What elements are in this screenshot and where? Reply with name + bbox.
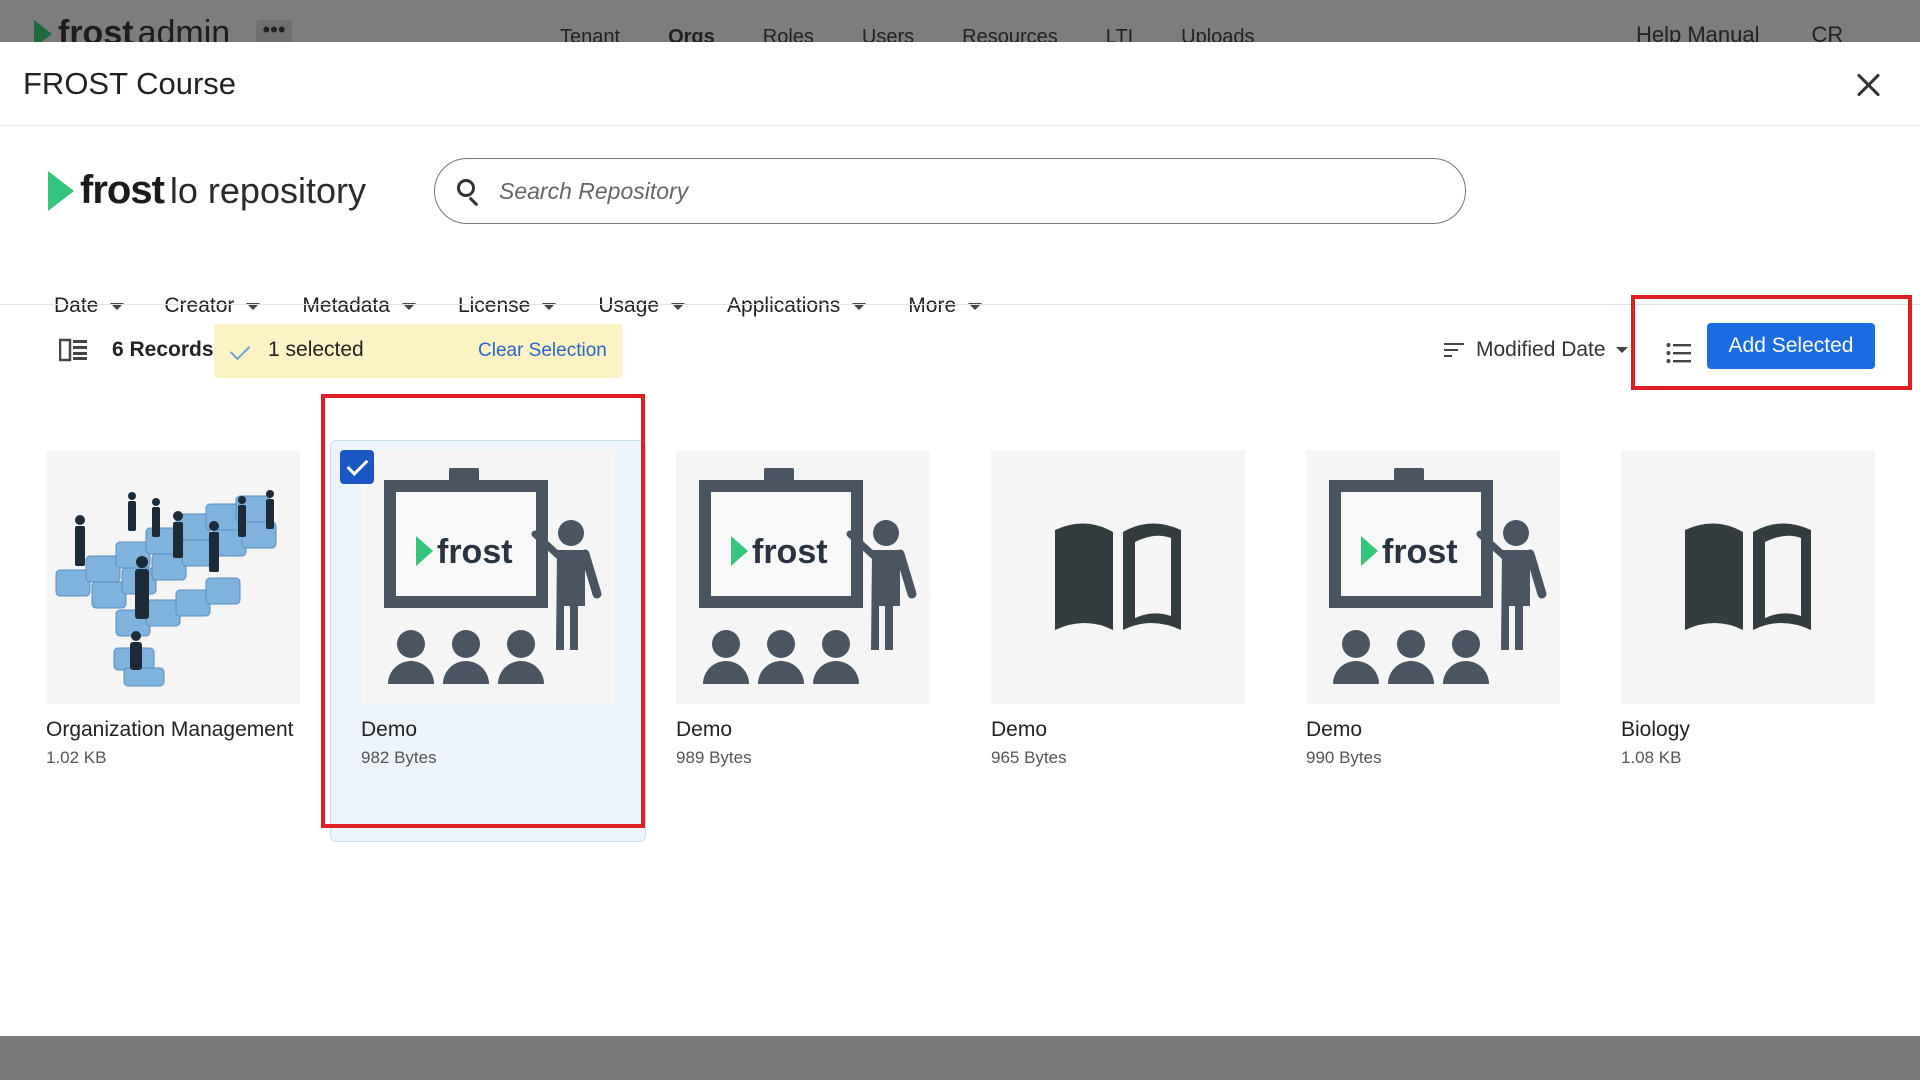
item-size: 989 Bytes	[676, 748, 752, 767]
selected-count: 1 selected	[268, 338, 364, 361]
presentation-icon: frost	[361, 450, 615, 704]
item-name: Demo	[1306, 718, 1363, 741]
presentation-icon: frost	[676, 450, 930, 704]
nav-link-uploads: Uploads	[1181, 26, 1255, 42]
more-dots-icon: •••	[256, 19, 292, 42]
presentation-icon: frost	[1306, 450, 1560, 704]
filter-usage[interactable]: Usage	[598, 294, 686, 318]
search-bar[interactable]	[434, 158, 1466, 224]
svg-text:frost: frost	[437, 533, 513, 571]
people-puzzle-image	[46, 450, 300, 704]
filter-metadata[interactable]: Metadata	[302, 294, 416, 318]
repository-logo: frost lo repository	[48, 168, 366, 213]
user-menu: CR	[1811, 22, 1844, 42]
nav-link-orgs: Orgs	[668, 26, 715, 42]
background-nav-right: Help Manual CR	[1636, 22, 1843, 42]
background-nav: frost admin ••• Tenant Orgs Roles Users …	[0, 0, 1920, 42]
filter-label: License	[457, 294, 531, 317]
item-size: 990 Bytes	[1306, 748, 1382, 767]
filter-creator[interactable]: Creator	[164, 294, 261, 318]
book-icon	[1621, 450, 1875, 704]
chevron-logo-icon	[48, 170, 74, 211]
svg-text:frost: frost	[1382, 533, 1458, 571]
filter-label: Metadata	[302, 294, 390, 317]
sort-icon	[1444, 342, 1464, 358]
check-icon	[229, 339, 251, 361]
panel-layout-icon[interactable]	[59, 338, 89, 362]
nav-link-lti: LTI	[1105, 26, 1134, 42]
filter-license[interactable]: License	[457, 294, 557, 318]
search-icon	[457, 179, 483, 207]
search-input[interactable]	[499, 173, 1399, 209]
selection-banner: 1 selected Clear Selection	[214, 324, 622, 378]
book-icon	[991, 450, 1245, 704]
filter-applications[interactable]: Applications	[727, 294, 867, 318]
item-name: Demo	[676, 718, 733, 741]
item-name: Demo	[991, 718, 1048, 741]
filter-more[interactable]: More	[908, 294, 983, 318]
item-name: Biology	[1621, 718, 1690, 741]
list-view-icon[interactable]	[1666, 342, 1692, 364]
modal-title: FROST Course	[23, 66, 237, 101]
background-nav-links: Tenant Orgs Roles Users Resources LTI Up…	[560, 26, 1303, 42]
help-manual-link: Help Manual	[1636, 22, 1760, 42]
sort-label: Modified Date	[1476, 338, 1606, 361]
list-item[interactable]: Biology 1.08 KB	[1621, 450, 1875, 768]
list-item[interactable]: frost Demo 990 Bytes	[1306, 450, 1560, 768]
list-item[interactable]: Demo 965 Bytes	[991, 450, 1245, 768]
nav-link-tenant: Tenant	[560, 26, 621, 42]
admin-logo-suffix: admin	[137, 14, 231, 42]
add-selected-button[interactable]: Add Selected	[1707, 323, 1875, 369]
filter-label: Applications	[727, 294, 841, 317]
filter-label: Usage	[598, 294, 660, 317]
item-name: Organization Management	[46, 718, 294, 741]
records-count: 6 Records	[112, 338, 214, 361]
filter-label: More	[908, 294, 957, 317]
caret-down-icon	[1615, 347, 1628, 353]
item-name: Demo	[361, 718, 418, 741]
svg-text:frost: frost	[752, 533, 828, 571]
list-item[interactable]: frost Demo 989 Bytes	[676, 450, 930, 768]
item-size: 982 Bytes	[361, 748, 437, 767]
list-item[interactable]: frost Demo 982 Bytes	[361, 450, 615, 768]
admin-logo-text: frost	[58, 14, 134, 42]
filter-label: Creator	[164, 294, 235, 317]
item-checkbox-checked[interactable]	[340, 450, 374, 484]
repository-modal: FROST Course frost lo repository Date Cr…	[0, 42, 1920, 1036]
filter-label: Date	[54, 294, 99, 317]
nav-link-roles: Roles	[762, 26, 814, 42]
chevron-logo-icon	[34, 19, 52, 42]
item-size: 1.02 KB	[46, 748, 107, 767]
close-icon[interactable]	[1851, 68, 1885, 102]
list-item[interactable]: Organization Management 1.02 KB	[46, 450, 300, 768]
filter-bar: Date Creator Metadata License Usage Appl…	[54, 294, 983, 318]
modal-header: FROST Course	[0, 42, 1920, 126]
item-size: 965 Bytes	[991, 748, 1067, 767]
filter-date[interactable]: Date	[54, 294, 125, 318]
item-size: 1.08 KB	[1621, 748, 1682, 767]
background-footer	[0, 1036, 1920, 1080]
sort-dropdown[interactable]: Modified Date	[1444, 338, 1628, 362]
clear-selection-link[interactable]: Clear Selection	[478, 340, 607, 362]
nav-link-users: Users	[861, 26, 915, 42]
repository-brand: frost	[80, 168, 165, 212]
admin-logo: frost admin	[34, 14, 230, 42]
toolbar-divider	[0, 304, 1920, 305]
nav-link-resources: Resources	[962, 26, 1058, 42]
repository-subtitle: lo repository	[169, 169, 366, 211]
